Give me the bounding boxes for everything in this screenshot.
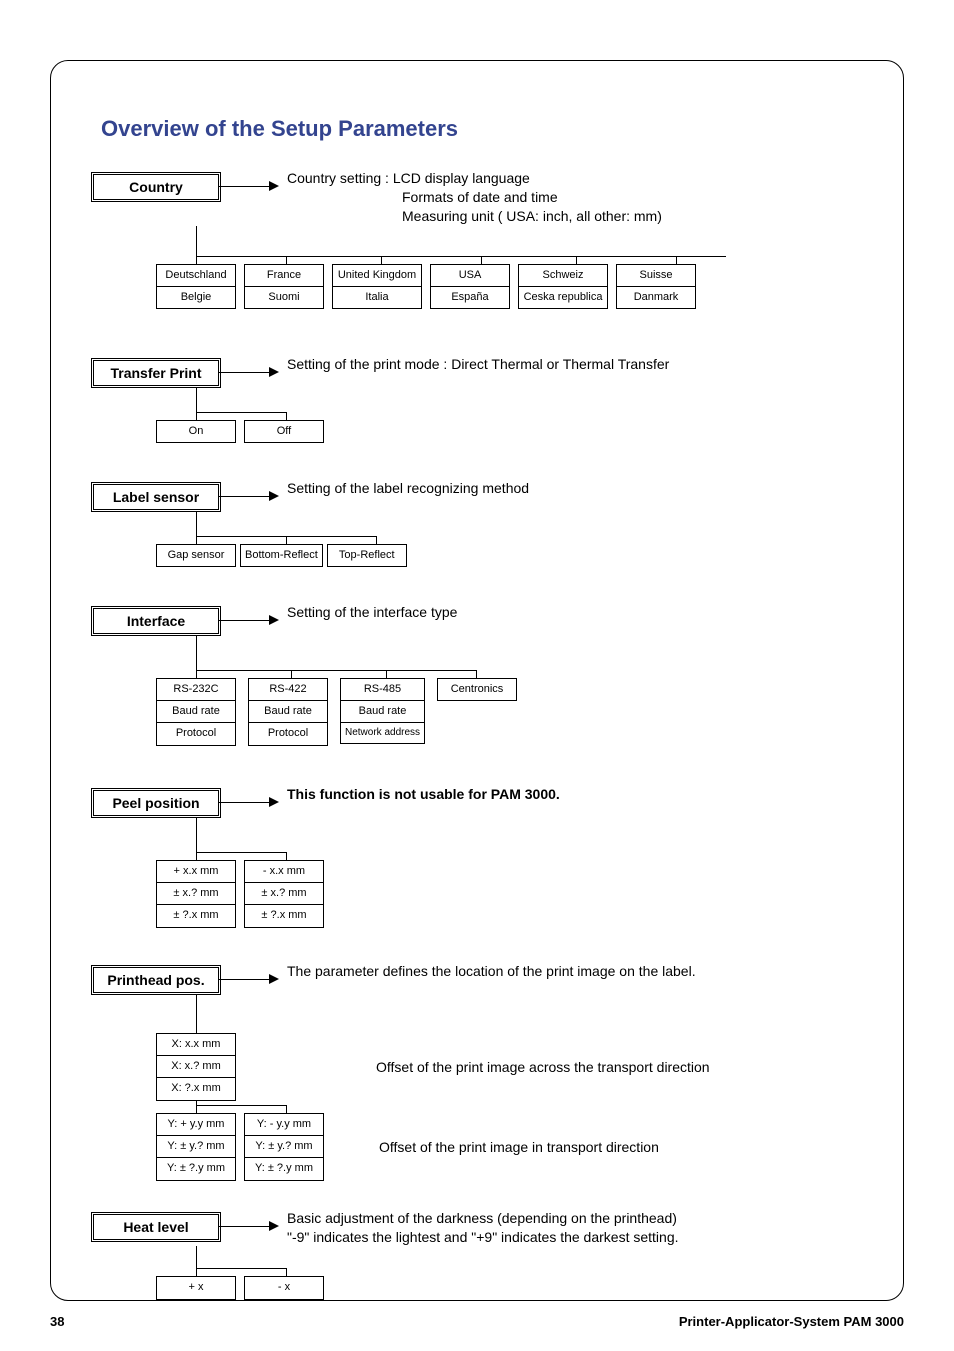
section-transfer: Transfer Print Setting of the print mode… bbox=[91, 358, 863, 430]
labelsensor-desc: Setting of the label recognizing method bbox=[287, 479, 529, 498]
printhead-desc: The parameter defines the location of th… bbox=[287, 962, 696, 981]
page-frame: Overview of the Setup Parameters Country… bbox=[50, 60, 904, 1301]
section-country: Country Country setting : LCD display la… bbox=[91, 172, 863, 276]
opt-off: Off bbox=[244, 420, 324, 443]
param-labelsensor: Label sensor bbox=[91, 482, 221, 512]
opt-danmark: Danmark bbox=[616, 287, 696, 309]
printhead-ynote: Offset of the print image in transport d… bbox=[379, 1139, 659, 1155]
opt-belgie: Belgie bbox=[156, 287, 236, 309]
page-footer: 38 Printer-Applicator-System PAM 3000 bbox=[50, 1314, 904, 1329]
arrow-icon bbox=[219, 616, 279, 625]
opt-ceska: Ceska republica bbox=[518, 287, 608, 309]
opt-centronics: Centronics bbox=[437, 678, 517, 701]
opt-plus-x: + x bbox=[156, 1276, 236, 1299]
page-number: 38 bbox=[50, 1314, 64, 1329]
country-desc: Country setting : LCD display language F… bbox=[287, 169, 662, 226]
interface-desc: Setting of the interface type bbox=[287, 603, 457, 622]
opt-minus-x: - x bbox=[244, 1276, 324, 1299]
arrow-icon bbox=[219, 1222, 279, 1231]
opt-italia: Italia bbox=[332, 287, 422, 309]
arrow-icon bbox=[219, 492, 279, 501]
opt-schweiz: Schweiz bbox=[518, 264, 608, 287]
param-country: Country bbox=[91, 172, 221, 202]
opt-usa: USA bbox=[430, 264, 510, 287]
opt-rs485: RS-485 bbox=[340, 678, 425, 701]
opt-on: On bbox=[156, 420, 236, 443]
param-interface: Interface bbox=[91, 606, 221, 636]
opt-france: France bbox=[244, 264, 324, 287]
opt-gap: Gap sensor bbox=[156, 544, 236, 567]
opt-bottom-reflect: Bottom-Reflect bbox=[240, 544, 323, 567]
opt-espana: España bbox=[430, 287, 510, 309]
arrow-icon bbox=[219, 798, 279, 807]
section-interface: Interface Setting of the interface type … bbox=[91, 606, 863, 706]
opt-top-reflect: Top-Reflect bbox=[327, 544, 407, 567]
section-heat: Heat level Basic adjustment of the darkn… bbox=[91, 1212, 863, 1285]
opt-rs232c: RS-232C bbox=[156, 678, 236, 701]
param-heat: Heat level bbox=[91, 1212, 221, 1242]
arrow-icon bbox=[219, 975, 279, 984]
opt-uk: United Kingdom bbox=[332, 264, 422, 287]
opt-suomi: Suomi bbox=[244, 287, 324, 309]
page-title: Overview of the Setup Parameters bbox=[101, 116, 863, 142]
param-transfer: Transfer Print bbox=[91, 358, 221, 388]
opt-deutschland: Deutschland bbox=[156, 264, 236, 287]
param-peel: Peel position bbox=[91, 788, 221, 818]
section-printhead: Printhead pos. The parameter defines the… bbox=[91, 965, 863, 1155]
section-labelsensor: Label sensor Setting of the label recogn… bbox=[91, 482, 863, 554]
param-printhead: Printhead pos. bbox=[91, 965, 221, 995]
doc-title: Printer-Applicator-System PAM 3000 bbox=[679, 1314, 904, 1329]
arrow-icon bbox=[219, 368, 279, 377]
opt-suisse: Suisse bbox=[616, 264, 696, 287]
transfer-desc: Setting of the print mode : Direct Therm… bbox=[287, 355, 669, 374]
arrow-icon bbox=[219, 182, 279, 191]
printhead-xnote: Offset of the print image across the tra… bbox=[376, 1059, 710, 1075]
opt-rs422: RS-422 bbox=[248, 678, 328, 701]
peel-desc: This function is not usable for PAM 3000… bbox=[287, 785, 560, 804]
heat-desc: Basic adjustment of the darkness (depend… bbox=[287, 1209, 679, 1247]
section-peel: Peel position This function is not usabl… bbox=[91, 788, 863, 878]
